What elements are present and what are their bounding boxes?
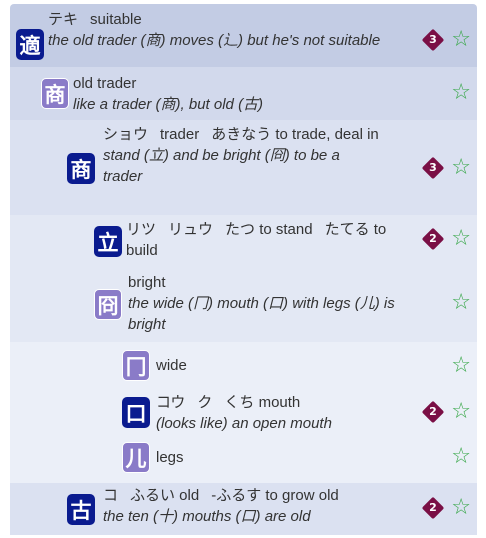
entry-meaning: (looks like) an open mouth <box>156 415 332 432</box>
entry-row: 商 ショウ trader あきなう to trade, deal in stand … <box>10 120 477 215</box>
entry-row: 儿 legs ☆ <box>10 440 477 483</box>
kanji-tile[interactable]: 商 <box>67 153 95 184</box>
entry-row: 口 コウクくち mouth (looks like) an open mouth… <box>10 390 477 440</box>
star-outline-icon[interactable]: ☆ <box>451 82 471 104</box>
star-outline-icon[interactable]: ☆ <box>451 292 471 314</box>
entry-reading: ショウ trader あきなう to trade, deal in <box>103 126 379 143</box>
kanji-tile[interactable]: 儿 <box>122 442 150 473</box>
entry-meaning: the wide (冂) mouth (口) with legs (儿) is … <box>128 295 395 333</box>
entry-reading: リツ リュウ たつ to stand たてる to build <box>126 221 387 259</box>
star-outline-icon[interactable]: ☆ <box>451 446 471 468</box>
entry-row: 適 テキ suitable the old trader (商) moves (辶… <box>10 4 477 67</box>
entry-reading: wide <box>156 357 187 374</box>
entry-reading: legs <box>156 449 184 466</box>
entry-meaning: stand (立) and be bright (冏) to be a trad… <box>103 147 340 185</box>
kanji-tile[interactable]: 適 <box>16 29 44 60</box>
entry-row: 立 リツ リュウ たつ to stand たてる to build 2 ☆ <box>10 215 477 268</box>
star-outline-icon[interactable]: ☆ <box>451 401 471 423</box>
entry-reading: テキ suitable <box>48 11 142 28</box>
kanji-tile[interactable]: 冂 <box>122 350 150 381</box>
star-outline-icon[interactable]: ☆ <box>451 29 471 51</box>
kanji-tile[interactable]: 立 <box>94 226 122 257</box>
entry-meaning: the ten (十) mouths (口) are old <box>103 508 311 525</box>
entry-meaning: the old trader (商) moves (辶) but he's no… <box>48 32 381 49</box>
count-badge: 2 <box>421 227 445 251</box>
count-badge: 2 <box>421 400 445 424</box>
count-badge: 3 <box>421 156 445 180</box>
entry-reading: bright <box>128 274 166 291</box>
star-outline-icon[interactable]: ☆ <box>451 157 471 179</box>
count-badge: 3 <box>421 28 445 52</box>
entry-row: 商 old trader like a trader (商), but old … <box>10 67 477 120</box>
entry-row: 冂 wide ☆ <box>10 342 477 390</box>
entry-reading: コふるい old -ふるす to grow old <box>103 487 339 504</box>
kanji-tile[interactable]: 冏 <box>94 289 122 320</box>
star-outline-icon[interactable]: ☆ <box>451 497 471 519</box>
entry-reading: old trader <box>73 75 137 92</box>
star-outline-icon[interactable]: ☆ <box>451 228 471 250</box>
entry-row: 古 コふるい old -ふるす to grow old the ten (十) m… <box>10 483 477 535</box>
entry-meaning: like a trader (商), but old (古) <box>73 96 264 113</box>
kanji-breakdown-tree: 適 テキ suitable the old trader (商) moves (辶… <box>10 4 477 535</box>
kanji-tile[interactable]: 古 <box>67 494 95 525</box>
entry-row: 冏 bright the wide (冂) mouth (口) with leg… <box>10 268 477 342</box>
kanji-tile[interactable]: 口 <box>122 397 150 428</box>
kanji-tile[interactable]: 商 <box>41 78 69 109</box>
count-badge: 2 <box>421 496 445 520</box>
star-outline-icon[interactable]: ☆ <box>451 355 471 377</box>
